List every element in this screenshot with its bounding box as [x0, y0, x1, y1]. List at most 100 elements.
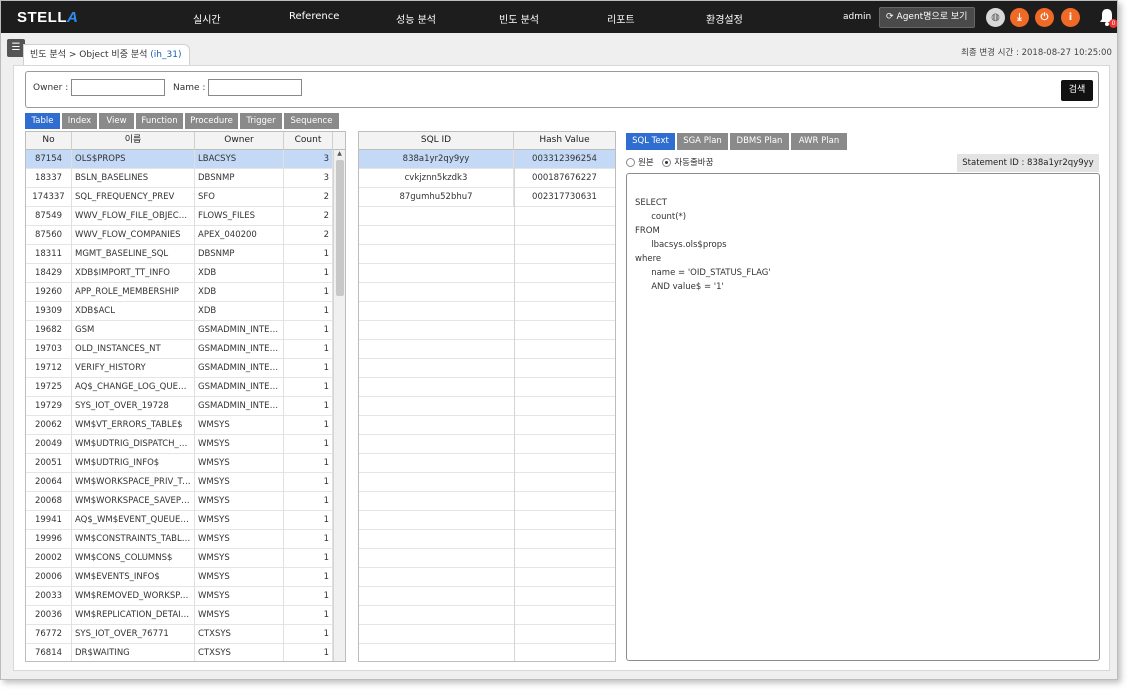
name-input[interactable] — [208, 79, 302, 96]
empty-row — [359, 397, 615, 416]
table-row[interactable]: 19682 GSM GSMADMIN_INTERNAL 1 — [26, 321, 333, 340]
cell-no: 19309 — [26, 302, 72, 321]
cell-no: 19260 — [26, 283, 72, 302]
empty-row — [359, 416, 615, 435]
table-row[interactable]: 18311 MGMT_BASELINE_SQL DBSNMP 1 — [26, 245, 333, 264]
sql-line: AND value$ = '1' — [635, 282, 724, 292]
cell-count: 2 — [284, 226, 333, 245]
table-row[interactable]: 87549 WWV_FLOW_FILE_OBJECTS$ FLOWS_FILES 2 — [26, 207, 333, 226]
table-row[interactable]: 20002 WM$CONS_COLUMNS$ WMSYS 1 — [26, 549, 333, 568]
cell-no: 19703 — [26, 340, 72, 359]
view-by-agent-button[interactable]: ⟳ Agent명으로 보기 — [879, 7, 975, 28]
radio-pretty-indicator[interactable] — [662, 158, 672, 167]
owner-input[interactable] — [71, 79, 165, 96]
table-row[interactable]: 76772 SYS_IOT_OVER_76771 CTXSYS 1 — [26, 625, 333, 644]
download-icon[interactable]: ⤓ — [1010, 8, 1029, 27]
notification-badge: 0 — [1109, 19, 1117, 28]
tab-index[interactable]: Index — [62, 113, 97, 129]
col-count[interactable]: Count — [284, 132, 333, 150]
col-no[interactable]: No — [26, 132, 72, 150]
cell-owner: GSMADMIN_INTERNAL — [195, 378, 284, 397]
nav-settings[interactable]: 환경설정 — [706, 11, 743, 26]
cell-count: 1 — [284, 264, 333, 283]
nav-performance-analysis[interactable]: 성능 분석 — [396, 11, 436, 26]
empty-row — [359, 435, 615, 454]
cell-count: 1 — [284, 302, 333, 321]
cell-name: SYS_IOT_OVER_76771 — [72, 625, 195, 644]
table-row[interactable]: 20062 WM$VT_ERRORS_TABLE$ WMSYS 1 — [26, 416, 333, 435]
table-row[interactable]: 76814 DR$WAITING CTXSYS 1 — [26, 644, 333, 661]
table-row[interactable]: 18429 XDB$IMPORT_TT_INFO XDB 1 — [26, 264, 333, 283]
tab-function[interactable]: Function — [136, 113, 183, 129]
table-row[interactable]: 20068WM$WORKSPACE_SAVEPOINTS_TABLE$WMSYS… — [26, 492, 333, 511]
tab-sql-text[interactable]: SQL Text — [626, 133, 675, 150]
empty-row — [359, 644, 615, 661]
info-icon[interactable]: i — [1061, 8, 1080, 27]
table-row[interactable]: 20064WM$WORKSPACE_PRIV_TABLE$WMSYS1 — [26, 473, 333, 492]
table-row[interactable]: 20006 WM$EVENTS_INFO$ WMSYS 1 — [26, 568, 333, 587]
nav-reference[interactable]: Reference — [289, 11, 339, 22]
tab-sequence[interactable]: Sequence — [284, 113, 339, 129]
table-row[interactable]: 19729 SYS_IOT_OVER_19728 GSMADMIN_INTERNAL… — [26, 397, 333, 416]
table-row[interactable]: 19260 APP_ROLE_MEMBERSHIP XDB 1 — [26, 283, 333, 302]
table-row[interactable]: 174337 SQL_FREQUENCY_PREV SFO 2 — [26, 188, 333, 207]
tab-table[interactable]: Table — [25, 113, 60, 129]
tab-view[interactable]: View — [99, 113, 134, 129]
radio-pretty[interactable]: 자동줄바꿈 — [662, 158, 713, 168]
tab-procedure[interactable]: Procedure — [185, 113, 238, 129]
nav-frequency-analysis[interactable]: 빈도 분석 — [499, 11, 539, 26]
nav-report[interactable]: 리포트 — [607, 11, 635, 26]
scroll-up-icon[interactable]: ▲ — [334, 150, 345, 160]
cell-count: 1 — [284, 644, 333, 661]
table-row[interactable]: 18337 BSLN_BASELINES DBSNMP 3 — [26, 169, 333, 188]
table-row[interactable]: 20033WM$REMOVED_WORKSPACES_TABLE$WMSYS1 — [26, 587, 333, 606]
cell-owner: XDB — [195, 302, 284, 321]
scroll-thumb[interactable] — [336, 160, 344, 296]
empty-row — [359, 492, 615, 511]
search-panel: Owner : Name : 검색 — [25, 71, 1099, 108]
col-hash-value[interactable]: Hash Value — [514, 132, 615, 150]
table-row[interactable]: 19703 OLD_INSTANCES_NT GSMADMIN_INTERNAL 1 — [26, 340, 333, 359]
table-row[interactable]: 19941AQ$_WM$EVENT_QUEUE_TABLE_SWMSYS1 — [26, 511, 333, 530]
tab-dbms-plan[interactable]: DBMS Plan — [730, 133, 789, 150]
sql-row[interactable]: 838a1yr2qy9yy 003312396254 — [359, 150, 615, 169]
tab-awr-plan[interactable]: AWR Plan — [791, 133, 847, 150]
cell-name: WM$UDTRIG_INFO$ — [72, 454, 195, 473]
table-row[interactable]: 87154 OLS$PROPS LBACSYS 3 — [26, 150, 333, 169]
col-name[interactable]: 이름 — [72, 132, 195, 150]
radio-raw[interactable]: 원본 — [626, 158, 654, 168]
logo[interactable]: STELLA — [17, 9, 78, 26]
search-button[interactable]: 검색 — [1061, 80, 1093, 101]
cell-no: 174337 — [26, 188, 72, 207]
sql-text-viewer[interactable]: SELECT count(*) FROM lbacsys.ols$props w… — [626, 173, 1100, 661]
globe-icon[interactable]: ◍ — [986, 8, 1005, 27]
cell-name: SYS_IOT_OVER_19728 — [72, 397, 195, 416]
tab-trigger[interactable]: Trigger — [240, 113, 282, 129]
table-row[interactable]: 19712 VERIFY_HISTORY GSMADMIN_INTERNAL 1 — [26, 359, 333, 378]
table-row[interactable]: 19309 XDB$ACL XDB 1 — [26, 302, 333, 321]
empty-row — [359, 606, 615, 625]
table-row[interactable]: 87560 WWV_FLOW_COMPANIES APEX_040200 2 — [26, 226, 333, 245]
object-table-scrollbar[interactable]: ▲ ▼ — [333, 150, 345, 661]
col-owner[interactable]: Owner — [195, 132, 284, 150]
power-icon[interactable]: ⏻ — [1035, 8, 1054, 27]
cell-count: 1 — [284, 549, 333, 568]
current-user[interactable]: admin — [843, 12, 871, 22]
cell-name: WM$WORKSPACE_PRIV_TABLE$ — [72, 473, 195, 492]
nav-realtime[interactable]: 실시간 — [193, 11, 221, 26]
cell-name: VERIFY_HISTORY — [72, 359, 195, 378]
cell-name: WM$CONSTRAINTS_TABLE$ — [72, 530, 195, 549]
cell-count: 1 — [284, 473, 333, 492]
table-row[interactable]: 19996 WM$CONSTRAINTS_TABLE$ WMSYS 1 — [26, 530, 333, 549]
table-row[interactable]: 20051 WM$UDTRIG_INFO$ WMSYS 1 — [26, 454, 333, 473]
sql-row[interactable]: cvkjznn5kzdk3 000187676227 — [359, 169, 615, 188]
table-row[interactable]: 19725AQ$_CHANGE_LOG_QUEUE_TABLEGSMADMIN_… — [26, 378, 333, 397]
table-row[interactable]: 20036WM$REPLICATION_DETAILS_TABLE$WMSYS1 — [26, 606, 333, 625]
col-sql-id[interactable]: SQL ID — [359, 132, 514, 150]
last-change-time: 최종 변경 시간 : 2018-08-27 10:25:00 — [961, 48, 1112, 58]
sql-row[interactable]: 87gumhu52bhu7 002317730631 — [359, 188, 615, 207]
cell-no: 20036 — [26, 606, 72, 625]
radio-raw-indicator[interactable] — [626, 158, 635, 167]
table-row[interactable]: 20049WM$UDTRIG_DISPATCH_PROCS$WMSYS1 — [26, 435, 333, 454]
tab-sga-plan[interactable]: SGA Plan — [677, 133, 728, 150]
